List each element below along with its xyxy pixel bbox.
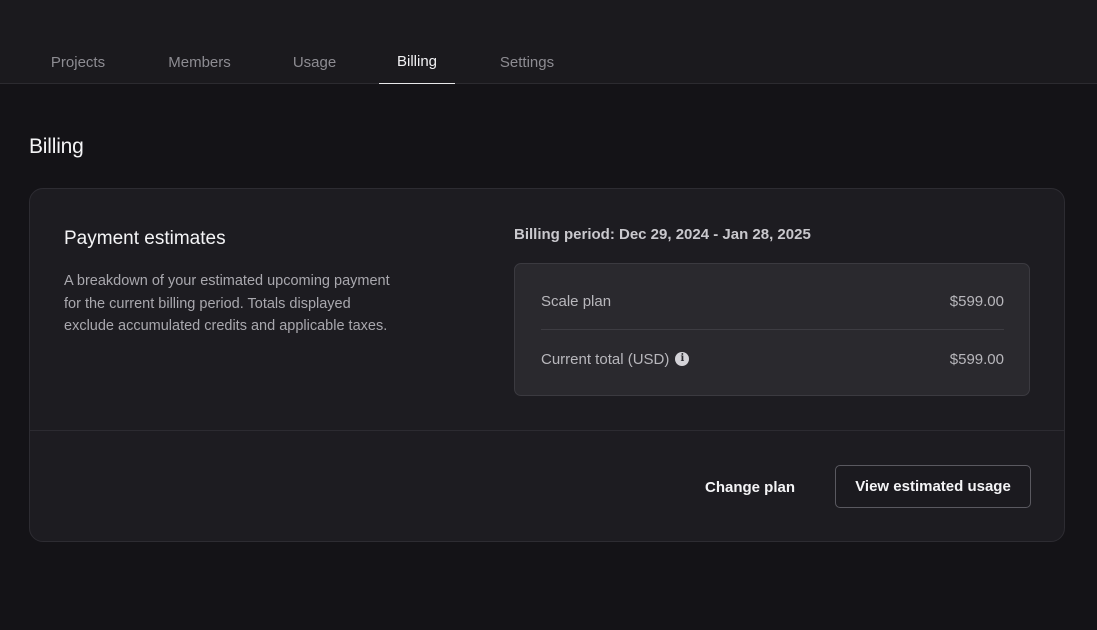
card-divider xyxy=(30,430,1064,431)
tab-projects[interactable]: Projects xyxy=(29,38,127,84)
estimate-summary-box: Scale plan $599.00 Current total (USD) i… xyxy=(514,263,1030,396)
tab-settings[interactable]: Settings xyxy=(478,38,576,84)
tab-billing[interactable]: Billing xyxy=(379,38,455,84)
section-title: Payment estimates xyxy=(64,228,226,249)
line-item-row: Scale plan $599.00 xyxy=(541,291,1004,311)
row-divider xyxy=(541,329,1004,330)
info-icon[interactable]: i xyxy=(675,352,690,366)
tab-usage[interactable]: Usage xyxy=(272,38,357,84)
tab-members[interactable]: Members xyxy=(150,38,249,84)
line-item-label: Scale plan xyxy=(541,292,612,310)
total-amount: $599.00 xyxy=(949,350,1004,368)
total-row: Current total (USD) i $599.00 xyxy=(541,349,1004,369)
change-plan-button[interactable]: Change plan xyxy=(700,466,800,508)
page-title: Billing xyxy=(29,135,84,158)
section-description: A breakdown of your estimated upcoming p… xyxy=(64,273,390,334)
total-label: Current total (USD) xyxy=(541,350,670,368)
payment-estimates-card: Payment estimates A breakdown of your es… xyxy=(29,188,1065,542)
line-item-amount: $599.00 xyxy=(949,292,1004,310)
top-navigation: Projects Members Usage Billing Settings xyxy=(0,0,1097,84)
view-estimated-usage-button[interactable]: View estimated usage xyxy=(835,465,1031,508)
total-label-wrap: Current total (USD) i xyxy=(541,350,690,368)
billing-period: Billing period: Dec 29, 2024 - Jan 28, 2… xyxy=(514,226,811,243)
